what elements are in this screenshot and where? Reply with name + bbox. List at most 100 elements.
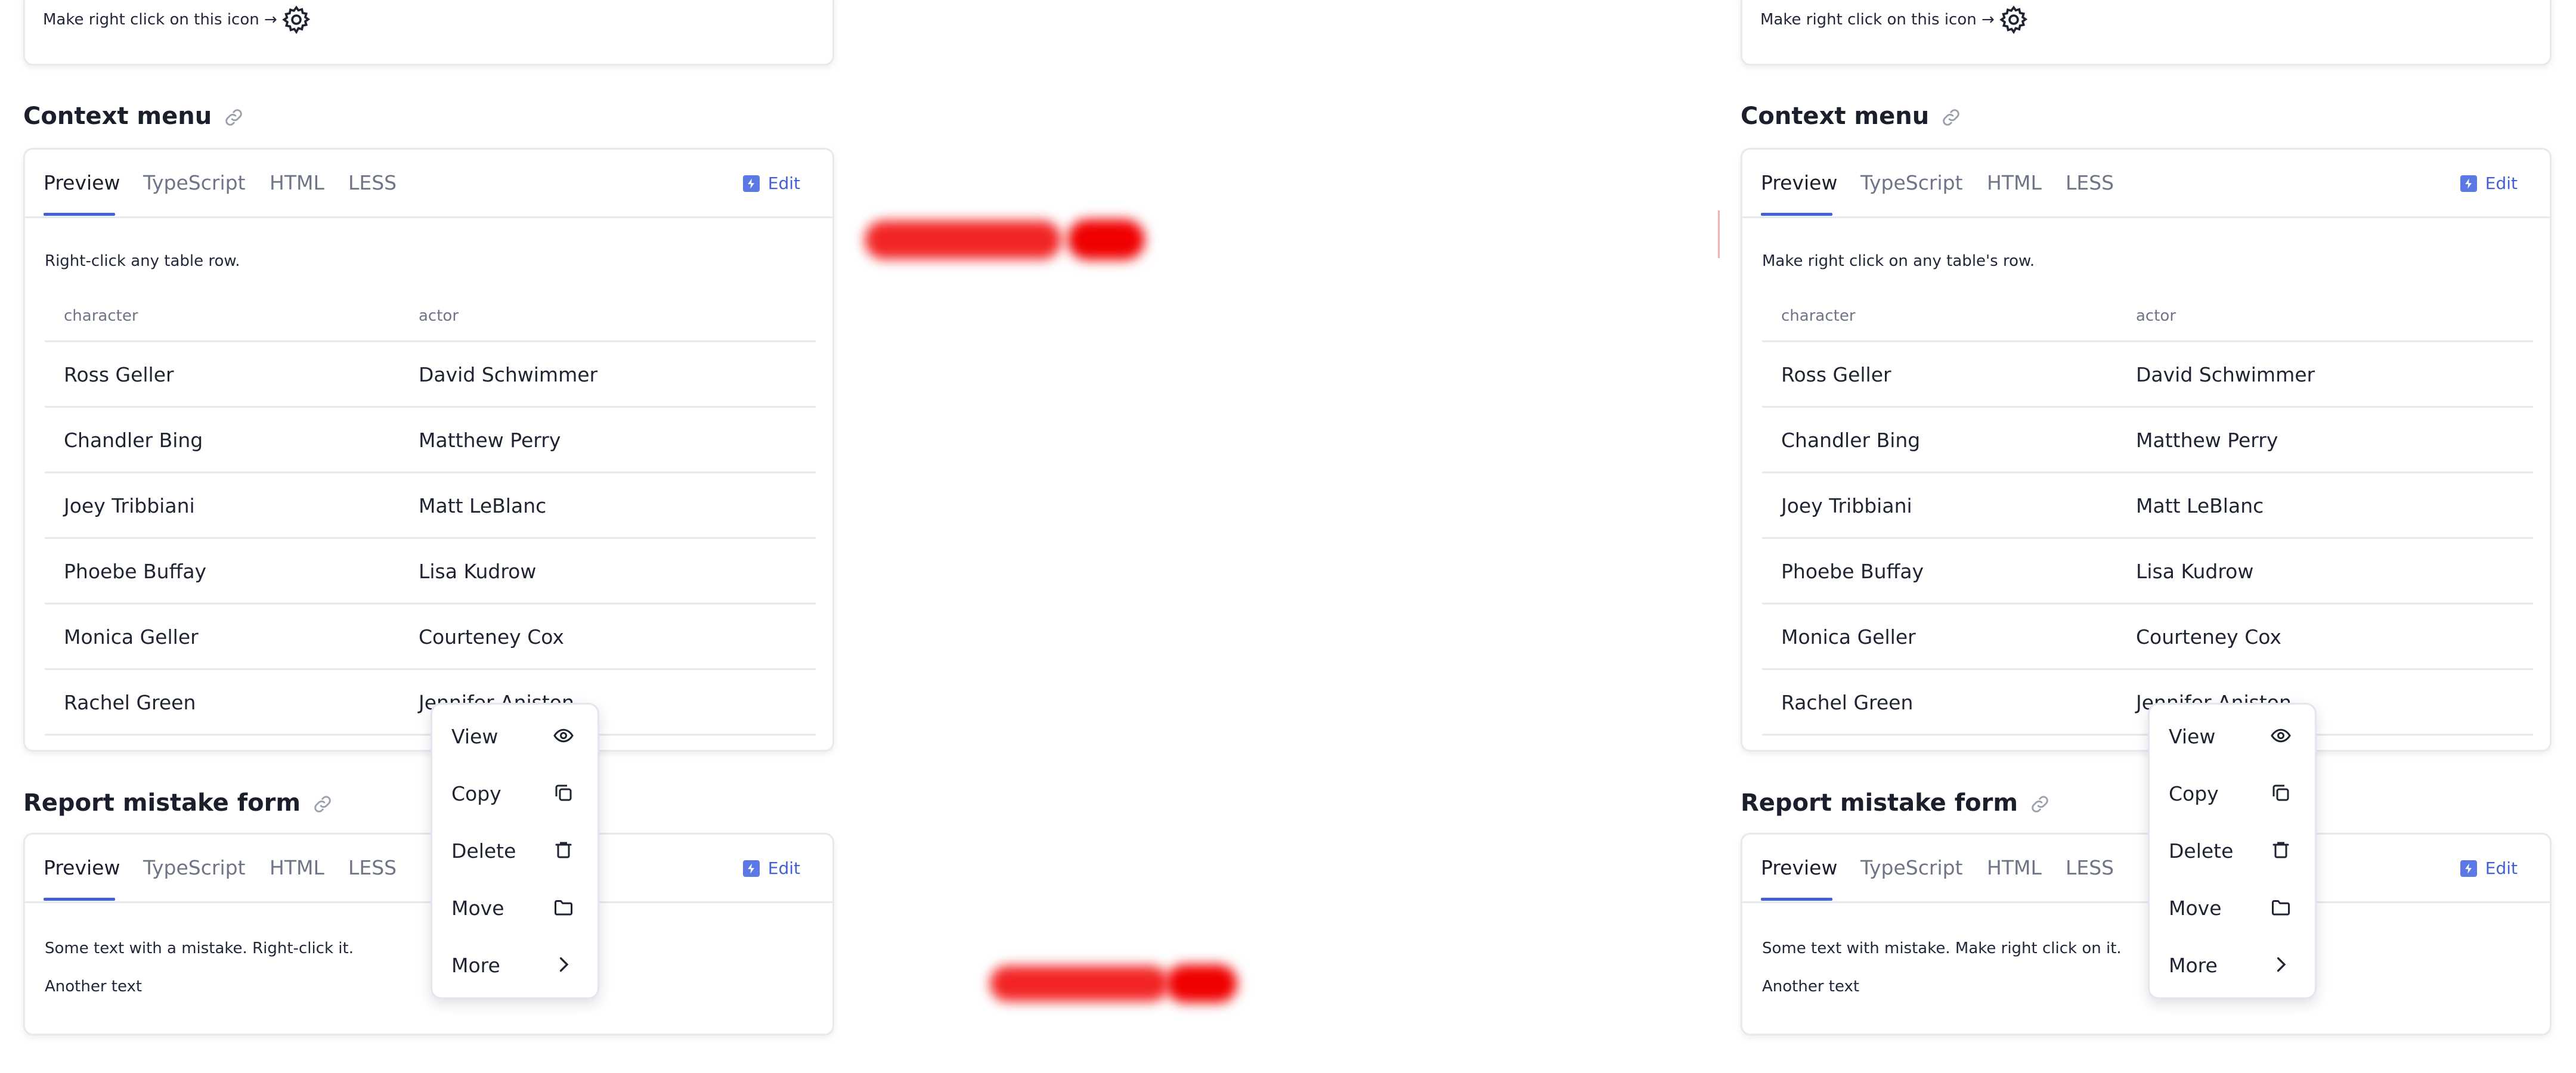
diff-highlight [990,966,1169,1001]
edit-icon [742,860,760,877]
active-tab-indicator [1761,898,1832,901]
trash-icon [2270,839,2292,861]
table-header: character actor [1762,294,2533,342]
table-row[interactable]: Ross Geller David Schwimmer [45,342,816,408]
context-menu-card: Preview TypeScript HTML LESS Edit Right-click… [23,148,834,752]
link-icon[interactable] [1941,106,1961,126]
folder-icon [2270,897,2292,918]
preview-intro: Make right click on any table's row. [1762,252,2035,270]
menu-item-label: Move [451,897,504,920]
table-row[interactable]: Chandler Bing Matthew Perry [45,408,816,473]
table-row[interactable]: Monica Geller Courteney Cox [1762,604,2533,670]
report-mistake-card: Preview TypeScript HTML LESS Edit Some text w… [23,833,834,1035]
menu-item-delete[interactable]: Delete [2150,821,2315,879]
tab-html[interactable]: HTML [270,856,324,879]
pane-right: Make right click on this icon → Context … [1741,0,2575,1073]
tab-less[interactable]: LESS [348,171,397,194]
table-row[interactable]: Joey Tribbiani Matt LeBlanc [1762,473,2533,539]
cell-actor: Lisa Kudrow [2136,560,2254,583]
folder-icon [553,897,574,918]
cell-character: Phoebe Buffay [64,560,207,583]
menu-item-label: More [451,954,500,977]
tab-preview[interactable]: Preview [44,856,120,879]
tab-bar: Preview TypeScript HTML LESS Edit [1742,835,2550,903]
tab-preview[interactable]: Preview [1761,171,1837,194]
tab-preview[interactable]: Preview [44,171,120,194]
table-row[interactable]: Ross Geller David Schwimmer [1762,342,2533,408]
table-row[interactable]: Joey Tribbiani Matt LeBlanc [45,473,816,539]
cell-character: Joey Tribbiani [1781,494,1912,517]
edit-label: Edit [767,173,800,193]
tab-less[interactable]: LESS [2066,856,2114,879]
active-tab-indicator [44,898,115,901]
gear-icon[interactable] [1998,4,2029,35]
characters-table: character actor Ross Geller David Schwim… [1762,294,2533,736]
gear-icon[interactable] [281,4,312,35]
edit-button[interactable]: Edit [2460,858,2518,878]
link-icon[interactable] [2030,793,2050,813]
table-row[interactable]: Monica Geller Courteney Cox [45,604,816,670]
edit-button[interactable]: Edit [2460,173,2518,193]
tab-typescript[interactable]: TypeScript [143,856,246,879]
cell-character: Phoebe Buffay [1781,560,1924,583]
trash-icon [553,839,574,861]
tab-less[interactable]: LESS [348,856,397,879]
menu-item-more[interactable]: More [432,936,597,993]
menu-item-copy[interactable]: Copy [2150,764,2315,821]
cell-actor: Courteney Cox [419,625,564,649]
context-menu-card: Preview TypeScript HTML LESS Edit Make right … [1741,148,2552,752]
cell-actor: Matthew Perry [419,429,561,452]
table-row[interactable]: Chandler Bing Matthew Perry [1762,408,2533,473]
cell-character: Ross Geller [64,363,174,386]
section-title-text: Context menu [1741,103,1930,130]
cell-actor: Matt LeBlanc [2136,494,2264,517]
cell-character: Rachel Green [64,691,196,714]
mistake-text[interactable]: Some text with mistake. Make right click… [1762,939,2122,957]
diff-highlight [865,221,1061,259]
mistake-text[interactable]: Some text with a mistake. Right-click it… [45,939,354,957]
edit-button[interactable]: Edit [742,173,800,193]
edit-button[interactable]: Edit [742,858,800,878]
tab-less[interactable]: LESS [2066,171,2114,194]
section-title-context-menu: Context menu [23,103,244,130]
menu-item-delete[interactable]: Delete [432,821,597,879]
section-title-text: Report mistake form [1741,789,2018,817]
tab-html[interactable]: HTML [1987,171,2042,194]
cell-actor: David Schwimmer [419,363,598,386]
icon-demo-card: Make right click on this icon → [1741,0,2552,66]
menu-item-view[interactable]: View [432,707,597,764]
tab-typescript[interactable]: TypeScript [1860,171,1963,194]
cell-actor: Courteney Cox [2136,625,2281,649]
tab-bar: Preview TypeScript HTML LESS Edit [25,150,832,218]
cell-actor: Lisa Kudrow [419,560,537,583]
chevron-right-icon [553,954,574,975]
context-menu: View Copy Delete Move More [2148,703,2317,999]
menu-item-copy[interactable]: Copy [432,764,597,821]
tab-preview[interactable]: Preview [1761,856,1837,879]
edit-label: Edit [2485,173,2518,193]
another-text: Another text [45,978,143,996]
menu-item-move[interactable]: Move [432,879,597,936]
column-header-character: character [64,307,138,325]
table-row[interactable]: Phoebe Buffay Lisa Kudrow [45,539,816,604]
table-row[interactable]: Phoebe Buffay Lisa Kudrow [1762,539,2533,604]
tab-html[interactable]: HTML [1987,856,2042,879]
menu-item-view[interactable]: View [2150,707,2315,764]
menu-item-more[interactable]: More [2150,936,2315,993]
cell-character: Ross Geller [1781,363,1891,386]
active-tab-indicator [44,213,115,216]
tab-typescript[interactable]: TypeScript [1860,856,1963,879]
link-icon[interactable] [312,793,333,813]
link-icon[interactable] [224,106,244,126]
tab-html[interactable]: HTML [270,171,324,194]
menu-item-label: Move [2169,897,2222,920]
tab-typescript[interactable]: TypeScript [143,171,246,194]
column-header-actor: actor [2136,307,2176,325]
cell-character: Rachel Green [1781,691,1914,714]
edit-icon [2460,860,2477,877]
menu-item-move[interactable]: Move [2150,879,2315,936]
tab-bar: Preview TypeScript HTML LESS Edit [25,835,832,903]
edit-label: Edit [2485,858,2518,878]
preview-intro: Right-click any table row. [45,252,240,270]
diff-highlight [1166,965,1237,1003]
